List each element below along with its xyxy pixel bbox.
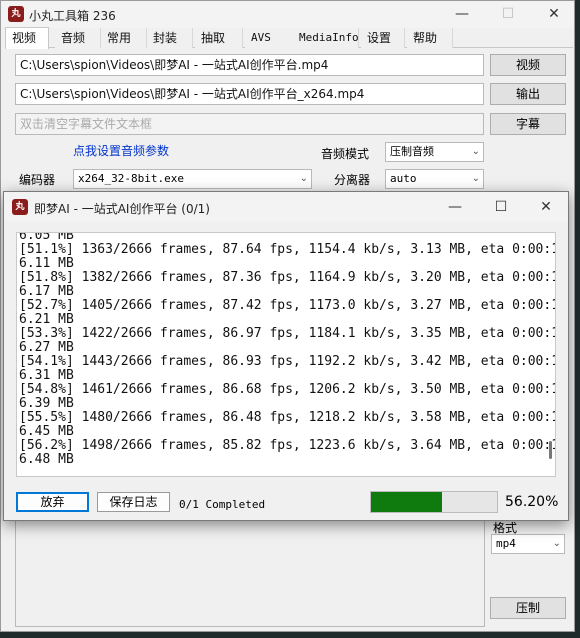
log-line: 6.31 MB	[19, 368, 74, 383]
app-logo-icon: 丸	[12, 199, 28, 215]
log-line: [53.3%] 1422/2666 frames, 86.97 fps, 118…	[19, 326, 555, 341]
save-log-button[interactable]: 保存日志	[97, 492, 170, 512]
minimize-icon[interactable]: —	[432, 194, 478, 220]
splitter-select[interactable]: auto ⌄	[385, 169, 484, 189]
log-lines: 6.05 MB [51.1%] 1363/2666 frames, 87.64 f…	[19, 233, 555, 467]
encode-progress-dialog: 丸 即梦AI - 一站式AI创作平台 (0/1) — ☐ ✕ 6.05 MB [5…	[3, 191, 569, 521]
dialog-titlebar: 丸 即梦AI - 一站式AI创作平台 (0/1) — ☐ ✕	[4, 192, 568, 222]
log-line: [54.8%] 1461/2666 frames, 86.68 fps, 120…	[19, 382, 555, 397]
log-line: [52.7%] 1405/2666 frames, 87.42 fps, 117…	[19, 298, 555, 313]
tab-common[interactable]: 常用	[101, 28, 147, 48]
maximize-icon: ☐	[501, 6, 515, 22]
audio-mode-label: 音频模式	[321, 147, 370, 161]
app-logo-icon: 丸	[8, 6, 24, 22]
tab-settings[interactable]: 设置	[361, 28, 405, 48]
splitter-label: 分离器	[334, 173, 371, 187]
tab-mux[interactable]: 封装	[147, 28, 193, 48]
tab-avs[interactable]: AVS	[245, 28, 295, 48]
progress-bar-fill	[371, 492, 442, 512]
log-scrollbar[interactable]	[549, 441, 552, 459]
minimize-icon[interactable]: —	[439, 1, 485, 27]
select-subtitle-button[interactable]: 字幕	[490, 113, 566, 135]
chevron-down-icon: ⌄	[471, 173, 480, 184]
audio-mode-select[interactable]: 压制音频 ⌄	[385, 142, 484, 162]
abandon-button[interactable]: 放弃	[16, 492, 89, 512]
tab-video[interactable]: 视频	[5, 27, 49, 49]
tab-mediainfo[interactable]: MediaInfo	[293, 28, 359, 48]
log-line: [54.1%] 1443/2666 frames, 86.93 fps, 119…	[19, 354, 555, 369]
format-select[interactable]: mp4 ⌄	[491, 534, 565, 554]
encoder-select[interactable]: x264_32-8bit.exe ⌄	[73, 169, 312, 189]
log-line: 6.21 MB	[19, 312, 74, 327]
compress-button[interactable]: 压制	[490, 597, 566, 619]
maximize-icon[interactable]: ☐	[478, 194, 524, 220]
select-output-button[interactable]: 输出	[490, 83, 566, 105]
progress-bar	[370, 491, 498, 513]
tab-audio[interactable]: 音频	[55, 28, 101, 48]
output-path-field[interactable]: C:\Users\spion\Videos\即梦AI - 一站式AI创作平台_x…	[15, 83, 484, 105]
input-video-path-field[interactable]: C:\Users\spion\Videos\即梦AI - 一站式AI创作平台.m…	[15, 54, 484, 76]
log-line: [56.2%] 1498/2666 frames, 85.82 fps, 122…	[19, 438, 555, 453]
audio-mode-value: 压制音频	[390, 145, 434, 158]
subtitle-path-field[interactable]: 双击清空字幕文件文本框	[15, 113, 484, 135]
dialog-title: 即梦AI - 一站式AI创作平台 (0/1)	[34, 202, 210, 216]
log-line: 6.11 MB	[19, 256, 74, 271]
chevron-down-icon: ⌄	[471, 146, 480, 157]
encode-log-textbox[interactable]: 6.05 MB [51.1%] 1363/2666 frames, 87.64 f…	[16, 232, 556, 477]
script-text-area[interactable]	[15, 519, 485, 627]
select-video-button[interactable]: 视频	[490, 54, 566, 76]
log-line: [55.5%] 1480/2666 frames, 86.48 fps, 121…	[19, 410, 555, 425]
splitter-value: auto	[390, 172, 417, 185]
log-line: 6.17 MB	[19, 284, 74, 299]
tab-extract[interactable]: 抽取	[195, 28, 243, 48]
close-icon[interactable]: ✕	[531, 1, 577, 27]
close-icon[interactable]: ✕	[523, 194, 569, 220]
log-line: 6.48 MB	[19, 452, 74, 467]
status-text: 0/1 Completed	[179, 498, 266, 511]
main-tabbar: 视频 音频 常用 封装 抽取 AVS MediaInfo 设置 帮助	[5, 27, 573, 49]
main-titlebar: 丸 小丸工具箱 236 — ☐ ✕	[1, 1, 574, 28]
audio-settings-link[interactable]: 点我设置音频参数	[73, 142, 169, 159]
encoder-value: x264_32-8bit.exe	[78, 172, 184, 185]
tab-help[interactable]: 帮助	[407, 28, 453, 48]
log-line: [51.1%] 1363/2666 frames, 87.64 fps, 115…	[19, 242, 555, 257]
format-value: mp4	[496, 537, 516, 550]
log-line: 6.39 MB	[19, 396, 74, 411]
main-window-title: 小丸工具箱 236	[29, 9, 116, 23]
progress-percent: 56.20%	[505, 494, 559, 510]
log-line: 6.27 MB	[19, 340, 74, 355]
log-line: [51.8%] 1382/2666 frames, 87.36 fps, 116…	[19, 270, 555, 285]
encoder-label: 编码器	[19, 173, 56, 187]
chevron-down-icon: ⌄	[299, 173, 308, 184]
log-line: 6.45 MB	[19, 424, 74, 439]
chevron-down-icon: ⌄	[552, 538, 561, 549]
